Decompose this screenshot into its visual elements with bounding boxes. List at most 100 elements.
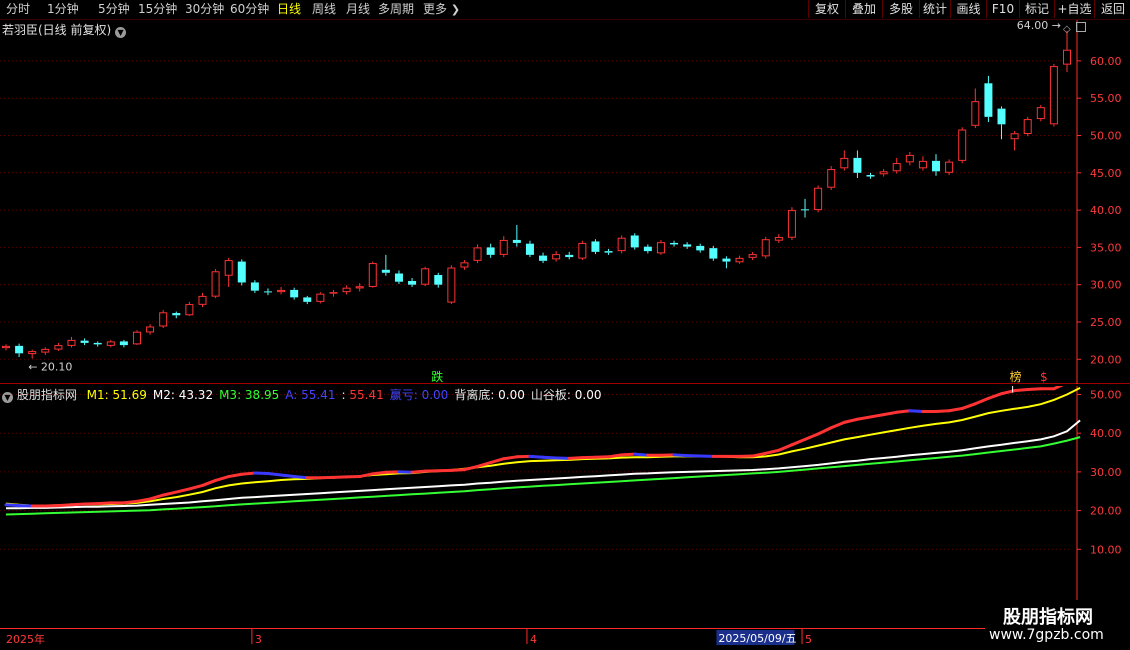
candle-body[interactable] — [656, 242, 665, 254]
candle-body[interactable] — [80, 340, 89, 343]
candle-body[interactable] — [185, 304, 194, 316]
candle-body[interactable] — [172, 313, 181, 316]
candle-body[interactable] — [342, 287, 351, 293]
candle-body[interactable] — [918, 160, 927, 169]
candle-body[interactable] — [722, 258, 731, 262]
period-tab-more[interactable]: 更多 ❯ — [423, 1, 460, 17]
candle-body[interactable] — [146, 326, 155, 333]
candle-body[interactable] — [263, 291, 272, 293]
candle-body[interactable] — [329, 292, 338, 294]
candle-body[interactable] — [277, 289, 286, 293]
candle-body[interactable] — [355, 286, 364, 289]
candle-body[interactable] — [892, 163, 901, 172]
candle-body[interactable] — [525, 243, 534, 255]
candle-body[interactable] — [473, 247, 482, 261]
candle-body[interactable] — [237, 261, 246, 283]
period-tab-monthly[interactable]: 月线 — [346, 1, 370, 17]
candle-body[interactable] — [683, 244, 692, 247]
candle-body[interactable] — [735, 257, 744, 263]
candle-body[interactable] — [617, 237, 626, 252]
candle-body[interactable] — [945, 161, 954, 173]
candle-body[interactable] — [93, 342, 102, 345]
candle-body[interactable] — [381, 269, 390, 273]
candle-body[interactable] — [2, 345, 10, 349]
candle-body[interactable] — [1023, 119, 1032, 135]
candle-body[interactable] — [290, 289, 299, 298]
candle-body[interactable] — [224, 260, 233, 276]
indicator-chart[interactable]: 10.0020.0030.0040.0050.00评台起 — [0, 386, 1130, 628]
candle-body[interactable] — [879, 171, 888, 175]
candle-body[interactable] — [408, 280, 417, 285]
candle-body[interactable] — [552, 254, 561, 260]
candle-body[interactable] — [997, 108, 1006, 125]
candle-body[interactable] — [565, 254, 574, 258]
candle-body[interactable] — [1036, 107, 1045, 120]
candle-body[interactable] — [604, 251, 613, 253]
candle-body[interactable] — [932, 160, 941, 172]
candle-body[interactable] — [958, 129, 967, 161]
candle-body[interactable] — [28, 351, 37, 355]
candle-body[interactable] — [840, 157, 849, 169]
candle-body[interactable] — [984, 83, 993, 117]
candle-body[interactable] — [512, 239, 521, 243]
window-toggle-icon[interactable] — [1075, 22, 1086, 32]
period-tab-weekly[interactable]: 周线 — [312, 1, 336, 17]
candle-body[interactable] — [198, 295, 207, 305]
candle-body[interactable] — [119, 341, 128, 346]
candle-body[interactable] — [368, 263, 377, 287]
period-tab-30min[interactable]: 30分钟 — [185, 1, 224, 17]
candle-body[interactable] — [132, 331, 141, 345]
overlay-button[interactable]: 叠加 — [845, 0, 882, 18]
candle-body[interactable] — [643, 246, 652, 252]
candle-body[interactable] — [1063, 49, 1071, 65]
chevron-down-icon[interactable]: ▼ — [2, 392, 13, 403]
candle-body[interactable] — [787, 210, 796, 238]
candle-body[interactable] — [814, 187, 823, 211]
candle-body[interactable] — [630, 235, 639, 248]
candle-body[interactable] — [866, 175, 875, 177]
period-tab-multi[interactable]: 多周期 — [378, 1, 414, 17]
diamond-icon[interactable]: ◇ — [1063, 24, 1071, 35]
candle-body[interactable] — [460, 262, 469, 268]
candle-body[interactable] — [827, 169, 836, 188]
candle-body[interactable] — [159, 312, 168, 327]
candle-body[interactable] — [1010, 133, 1019, 140]
period-tab-daily[interactable]: 日线 — [277, 1, 301, 17]
draw-line-button[interactable]: 画线 — [950, 0, 986, 18]
candlestick-chart[interactable]: 20.00 25.00 30.00 35.00 40.00 45.00 50.00 55.00… — [0, 20, 1130, 384]
candle-body[interactable] — [434, 275, 443, 285]
candle-body[interactable] — [801, 209, 810, 211]
candle-body[interactable] — [761, 239, 770, 257]
candle-body[interactable] — [211, 271, 220, 297]
candle-body[interactable] — [106, 341, 115, 346]
candle-body[interactable] — [303, 297, 312, 302]
period-tab-60min[interactable]: 60分钟 — [230, 1, 269, 17]
candle-body[interactable] — [486, 247, 495, 255]
candle-body[interactable] — [971, 101, 980, 126]
chevron-down-icon[interactable]: ▼ — [115, 27, 127, 38]
period-tab-15min[interactable]: 15分钟 — [138, 1, 177, 17]
candle-body[interactable] — [499, 239, 508, 255]
candle-body[interactable] — [539, 255, 548, 261]
mark-button[interactable]: 标记 — [1019, 0, 1054, 18]
candle-body[interactable] — [250, 282, 259, 291]
back-button[interactable]: 返回 — [1094, 0, 1130, 18]
candle-body[interactable] — [1049, 66, 1058, 125]
candle-body[interactable] — [591, 241, 600, 252]
candle-body[interactable] — [15, 345, 24, 354]
add-favorite-button[interactable]: +自选 — [1054, 0, 1094, 18]
period-tab-1min[interactable]: 1分钟 — [47, 1, 79, 17]
candle-body[interactable] — [696, 245, 705, 251]
candle-body[interactable] — [54, 345, 63, 350]
candle-body[interactable] — [905, 154, 914, 163]
candle-body[interactable] — [748, 254, 757, 258]
adjust-button[interactable]: 复权 — [808, 0, 845, 18]
candle-body[interactable] — [67, 339, 76, 346]
candle-body[interactable] — [670, 242, 679, 245]
candle-body[interactable] — [853, 157, 862, 173]
period-tab-5min[interactable]: 5分钟 — [98, 1, 130, 17]
candle-body[interactable] — [447, 267, 456, 303]
stats-button[interactable]: 统计 — [919, 0, 950, 18]
candle-body[interactable] — [394, 273, 403, 282]
multi-stock-button[interactable]: 多股 — [882, 0, 919, 18]
